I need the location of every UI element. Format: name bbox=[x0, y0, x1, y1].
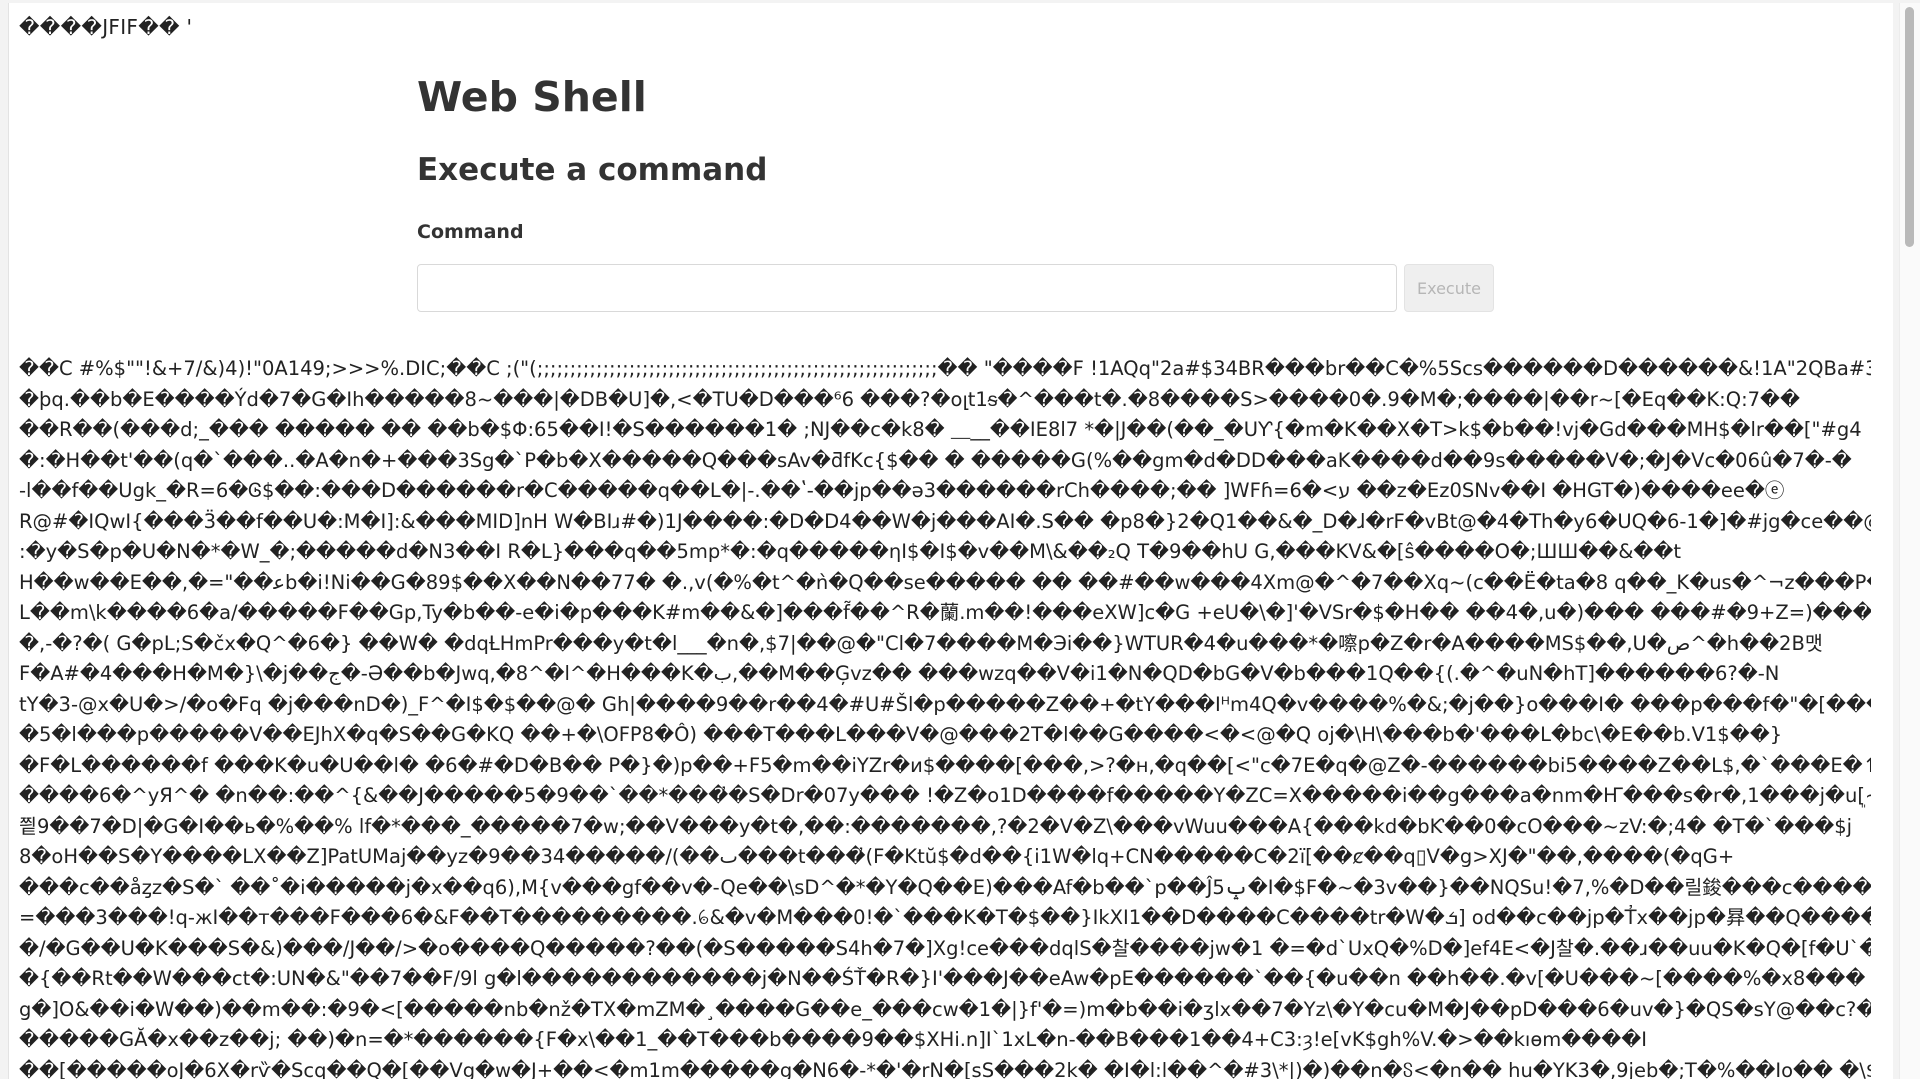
output-line: R@#�IQwI{���3̈��f��U�:M�I]:&���MID]nH W�… bbox=[19, 509, 1871, 533]
output-line: �F�L������f ���K�u�U��l� �6�#�D�B�� P�}�… bbox=[19, 753, 1871, 777]
page: ����JFIF�� ' Web Shell Execute a command… bbox=[8, 3, 1893, 1079]
output-line: ��R��(���d;_��� ����� �� ��b�$Φ:65��I!�S… bbox=[19, 418, 1862, 441]
output-line: =���3���!q-жI��т���F���6�&F��T���������.… bbox=[19, 906, 1871, 929]
output-line: L��m\k����6�a/�����F��Gp,Ty�b��-e�i�p���… bbox=[19, 601, 1871, 624]
output-line: ���c��åȥz�S�` ��˚�i�����j�x��q6),M{v���g… bbox=[19, 875, 1871, 899]
output-line: 8�oH��S�Y����LX��Z]PatUMaj��yz�9��34����… bbox=[19, 845, 1735, 868]
output-line: �{��Rt��W���ct�:UN�&"��7��F/9l g�l������… bbox=[19, 967, 1866, 990]
output-line: F�A#�4���H�M�}\�j��ج�-Ә��b�Jwq,�8^�l^�H�… bbox=[19, 662, 1780, 685]
output-line: -l��f��Ugk_�R=6�Ꮆ$��:���D������r�C�����q… bbox=[19, 479, 1785, 502]
main-content: Web Shell Execute a command Command Exec… bbox=[417, 73, 1497, 312]
output-line: �:�H��t'��(q�ˋ���..�A�n�+���3Sg�`P�b�X��… bbox=[19, 448, 1852, 472]
output-line: ��[�����oJ�6X�rѷ�Scq��Q�[��Vg�w�J+��<�m1… bbox=[19, 1058, 1871, 1079]
output-line: H��w��E��,�="��ﻋb�i!Ni��G�89$��X��N��77�… bbox=[19, 570, 1871, 594]
section-title: Execute a command bbox=[417, 152, 768, 188]
output-line: g�]O&��i�W��)��m��:�9�<[�����nb�nž�TX�mZ… bbox=[19, 997, 1871, 1021]
output-line: :�y�S�p�U�N�*�W_�;�����d�N3��I R�L}���q�… bbox=[19, 540, 1682, 563]
output-line: ����6�^yЯ^� �n��:��^{&��J�����5�9��`��*�… bbox=[19, 784, 1871, 807]
page-title: Web Shell bbox=[417, 73, 647, 121]
command-output: ��C #%$""!&+7/&)4)!"0A149;>>>%.DIC;��C ;… bbox=[19, 354, 1871, 1079]
output-line: �/�G��U�K���S�&)���/J��/>�o����Q�����?��… bbox=[19, 936, 1871, 960]
output-line: tY�3-@x�U�>/�o�Fq �j���nD�)_F^�I$�$��@� … bbox=[19, 692, 1871, 716]
output-line: �����GĂ�x��z��j; ��)�n=�*������{F�x\��1_… bbox=[19, 1028, 1647, 1051]
output-line: �5�l���p�����V��EJhX�q�S��G�KQ ��+�\OFP8… bbox=[19, 723, 1783, 746]
output-line: ��C #%$""!&+7/&)4)!"0A149;>>>%.DIC;��C ;… bbox=[19, 357, 1871, 380]
output-line: �þq.��b�E����Ýd�7�G�Ih�����8~���|�DB�U]�… bbox=[19, 387, 1801, 411]
output-line: 찉9��7�D|�G�I��ь�%��% lf�*���_�����7�w;��… bbox=[19, 814, 1853, 838]
output-line: �,-�?�( G�pL;S�čx�Q^�6�} ��W� �dqȽHmPr��… bbox=[19, 631, 1823, 655]
command-label: Command bbox=[417, 221, 524, 243]
execute-button[interactable]: Execute bbox=[1404, 264, 1494, 312]
command-input[interactable] bbox=[417, 264, 1397, 312]
binary-header-text: ����JFIF�� ' bbox=[19, 15, 193, 39]
command-form: Execute bbox=[417, 264, 1497, 312]
vertical-scrollbar[interactable] bbox=[1899, 3, 1920, 1079]
scrollbar-thumb[interactable] bbox=[1905, 7, 1914, 247]
